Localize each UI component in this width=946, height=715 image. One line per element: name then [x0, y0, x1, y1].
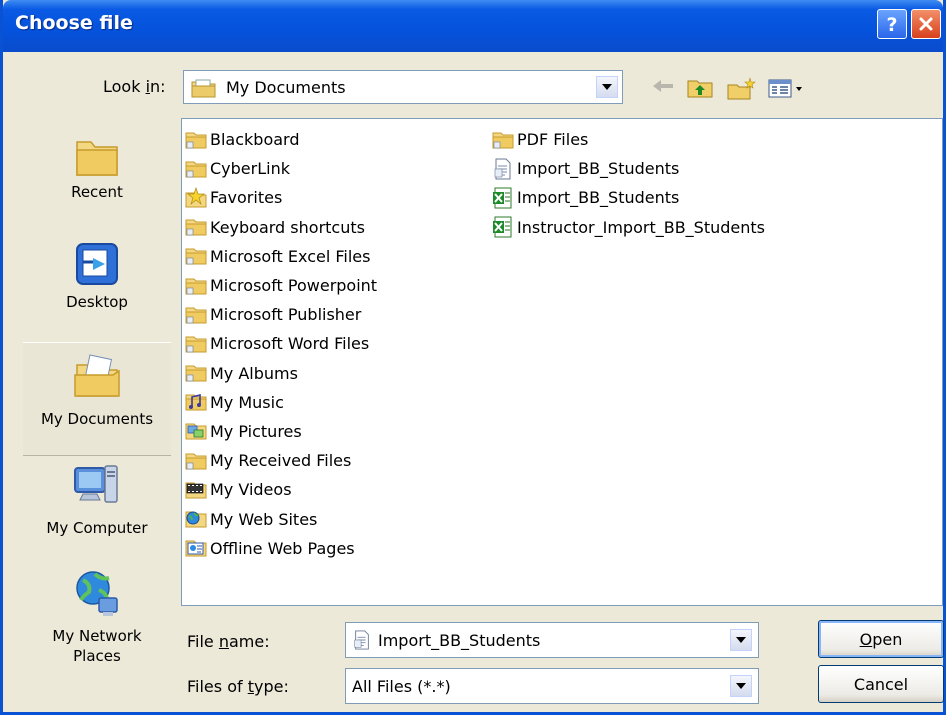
places-bar: Recent Desktop My Documents My Computer … — [23, 120, 171, 680]
look-in-dropdown[interactable]: My Documents — [183, 70, 623, 104]
view-menu-button[interactable] — [768, 77, 808, 99]
view-menu-icon — [768, 79, 802, 98]
list-item[interactable]: Import_BB_Students — [492, 154, 765, 183]
list-item[interactable]: Microsoft Excel Files — [185, 242, 377, 271]
web-sites-folder-icon — [185, 511, 207, 528]
excel-file-icon — [493, 187, 512, 209]
look-in-label: Look in: — [103, 77, 166, 96]
help-icon: ? — [886, 14, 897, 34]
folder-icon — [185, 278, 207, 295]
place-my-computer[interactable]: My Computer — [23, 456, 171, 566]
up-one-level-button[interactable] — [686, 77, 714, 99]
look-in-value: My Documents — [226, 78, 346, 97]
place-recent[interactable]: Recent — [23, 120, 171, 230]
back-arrow-icon — [653, 80, 673, 92]
files-of-type-dropdown[interactable]: All Files (*.*) — [345, 668, 759, 704]
text-file-icon — [494, 158, 511, 180]
list-item[interactable]: Import_BB_Students — [492, 183, 765, 212]
chevron-down-icon — [602, 84, 612, 90]
look-in-arrow[interactable] — [596, 76, 618, 98]
list-item[interactable]: My Albums — [185, 359, 377, 388]
folder-icon — [185, 307, 207, 324]
desktop-icon — [76, 243, 118, 285]
place-my-documents[interactable]: My Documents — [23, 342, 171, 456]
close-button[interactable] — [911, 9, 941, 39]
list-item[interactable]: My Videos — [185, 475, 377, 504]
close-icon — [919, 17, 933, 31]
list-item[interactable]: CyberLink — [185, 154, 377, 183]
folder-icon — [185, 453, 207, 470]
my-documents-icon — [74, 354, 120, 397]
list-item[interactable]: My Pictures — [185, 417, 377, 446]
text-file-icon — [354, 630, 369, 650]
cancel-button[interactable]: Cancel — [818, 665, 944, 703]
chevron-down-icon — [736, 637, 746, 643]
files-of-type-label: Files of type: — [187, 677, 289, 696]
new-folder-button[interactable] — [726, 77, 756, 101]
music-folder-icon — [185, 394, 207, 411]
title-bar[interactable]: Choose file ? — [3, 0, 943, 52]
folder-icon — [185, 365, 207, 382]
open-button[interactable]: Open — [818, 620, 944, 658]
help-button[interactable]: ? — [877, 9, 907, 39]
list-item[interactable]: Microsoft Powerpoint — [185, 271, 377, 300]
file-name-field[interactable]: Import_BB_Students — [345, 622, 759, 658]
files-of-type-value: All Files (*.*) — [352, 677, 451, 696]
files-of-type-dropdown-arrow[interactable] — [730, 675, 752, 697]
favorites-folder-icon — [185, 186, 207, 208]
list-item[interactable]: My Received Files — [185, 446, 377, 475]
pictures-folder-icon — [185, 423, 207, 440]
folder-icon — [185, 132, 207, 149]
choose-file-dialog: Choose file ? Look in: My Documents Rece… — [0, 0, 946, 715]
my-documents-small-icon — [191, 79, 216, 98]
excel-file-icon — [493, 216, 512, 238]
file-list-column-1: Blackboard CyberLink Favorites Keyboard … — [185, 125, 377, 563]
chevron-down-icon — [736, 683, 746, 689]
my-computer-icon — [74, 465, 118, 503]
recent-folder-icon — [76, 141, 118, 176]
new-folder-icon — [727, 77, 756, 100]
offline-pages-folder-icon — [185, 540, 207, 557]
list-item[interactable]: My Web Sites — [185, 504, 377, 533]
list-item[interactable]: Microsoft Word Files — [185, 329, 377, 358]
file-name-dropdown-arrow[interactable] — [730, 629, 752, 651]
videos-folder-icon — [185, 482, 207, 499]
place-desktop[interactable]: Desktop — [23, 232, 171, 342]
place-my-network-places[interactable]: My Network Places — [23, 566, 171, 676]
network-places-icon — [76, 571, 118, 616]
svg-text:?: ? — [886, 14, 897, 34]
list-item[interactable]: Microsoft Publisher — [185, 300, 377, 329]
back-button[interactable] — [651, 77, 675, 95]
file-name-value: Import_BB_Students — [378, 631, 541, 650]
folder-icon — [185, 248, 207, 265]
folder-icon — [492, 132, 514, 149]
folder-icon — [185, 336, 207, 353]
list-item[interactable]: PDF Files — [492, 125, 765, 154]
file-list[interactable]: Blackboard CyberLink Favorites Keyboard … — [181, 118, 943, 606]
dialog-title: Choose file — [15, 12, 133, 34]
list-item[interactable]: Blackboard — [185, 125, 377, 154]
folder-icon — [185, 161, 207, 178]
list-item[interactable]: My Music — [185, 388, 377, 417]
list-item[interactable]: Offline Web Pages — [185, 534, 377, 563]
file-list-column-2: PDF Files Import_BB_Students Import_BB_S… — [492, 125, 765, 242]
list-item[interactable]: Keyboard shortcuts — [185, 213, 377, 242]
up-folder-icon — [687, 80, 713, 98]
list-item[interactable]: Instructor_Import_BB_Students — [492, 213, 765, 242]
list-item[interactable]: Favorites — [185, 183, 377, 212]
file-name-label: File name: — [187, 632, 270, 651]
folder-icon — [185, 219, 207, 236]
